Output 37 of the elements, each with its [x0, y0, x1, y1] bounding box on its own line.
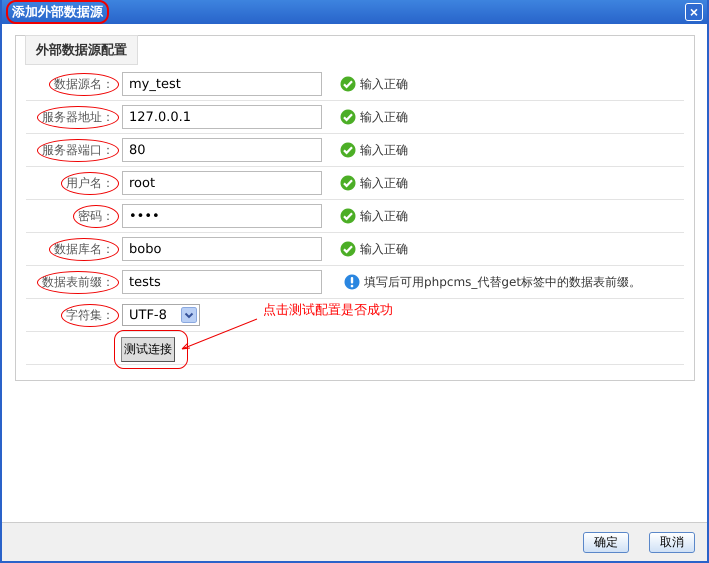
- dialog-button[interactable]: 取消: [649, 532, 695, 552]
- field-label: 数据库名：: [49, 238, 119, 260]
- field-label: 服务器地址：: [37, 106, 119, 128]
- input-field[interactable]: 80: [122, 138, 322, 162]
- dialog-button[interactable]: 确定: [583, 532, 629, 552]
- check-icon: [340, 76, 356, 92]
- status-text: 输入正确: [360, 240, 408, 258]
- input-field[interactable]: ••••: [122, 204, 322, 228]
- check-icon: [340, 208, 356, 224]
- check-icon: [340, 142, 356, 158]
- window-title: 添加外部数据源: [6, 0, 109, 24]
- close-button[interactable]: ×: [685, 3, 703, 21]
- status-text: 输入正确: [360, 76, 408, 92]
- field-label: 密码：: [73, 204, 119, 228]
- annotation-note: 点击测试配置是否成功: [263, 302, 393, 319]
- check-icon: [340, 241, 356, 257]
- field-label: 服务器端口：: [37, 138, 119, 162]
- input-field[interactable]: bobo: [122, 237, 322, 261]
- input-field[interactable]: 127.0.0.1: [122, 105, 322, 129]
- info-icon: [344, 274, 360, 290]
- status-text: 输入正确: [360, 142, 408, 158]
- status-text: 填写后可用phpcms_代替get标签中的数据表前缀。: [364, 274, 642, 290]
- status-text: 输入正确: [360, 108, 408, 126]
- input-field[interactable]: root: [122, 171, 322, 195]
- status-text: 输入正确: [360, 208, 408, 224]
- field-label: 用户名：: [61, 172, 119, 194]
- field-label: 数据源名：: [49, 72, 119, 96]
- check-icon: [340, 109, 356, 125]
- test-connection-button[interactable]: 测试连接: [121, 336, 175, 362]
- field-label: 数据表前缀：: [37, 270, 119, 294]
- fieldset-legend: 外部数据源配置: [25, 35, 138, 65]
- charset-select[interactable]: UTF-8: [122, 304, 200, 326]
- input-field[interactable]: tests: [122, 270, 322, 294]
- field-label: 字符集：: [61, 304, 119, 326]
- check-icon: [340, 175, 356, 191]
- input-field[interactable]: my_test: [122, 72, 322, 96]
- status-text: 输入正确: [360, 174, 408, 192]
